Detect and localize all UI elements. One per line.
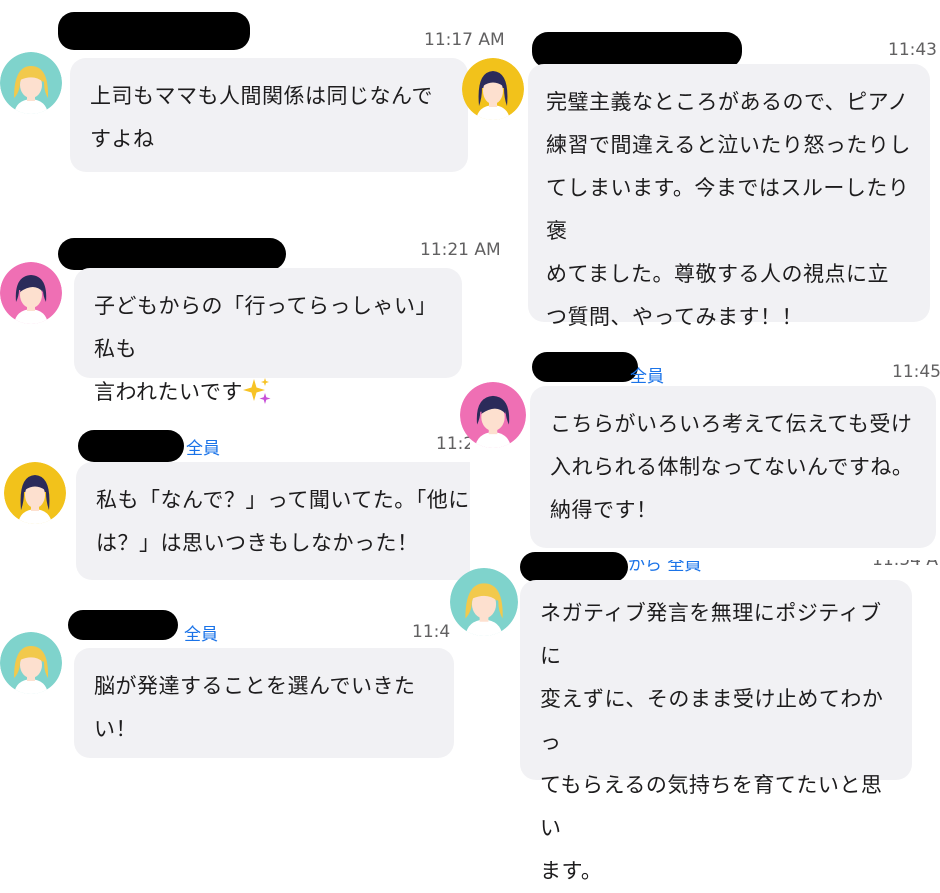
recipient-everyone-link[interactable]: 全員 (184, 620, 218, 645)
message-text: 完璧主義なところがあるので、ピアノ 練習で間違えると泣いたり怒ったりし てしまい… (546, 90, 911, 329)
message-text: 子どもからの「行ってらっしゃい」私も 言われたいです (94, 285, 444, 414)
bubble-clip: 私も「なんで？」って聞いてた。「他に は？」は思いつきもしなかった！ (76, 462, 470, 580)
message-bubble: こちらがいろいろ考えて伝えても受け 入れられる体制なってないんですね。 納得です… (530, 386, 936, 548)
sparkles-emoji-icon (242, 377, 271, 405)
recipient-everyone-link[interactable]: 全員 (186, 434, 220, 459)
message-bubble: 脳が発達することを選んでいきた い！ (74, 648, 454, 758)
message-bubble: 子どもからの「行ってらっしゃい」私も 言われたいです (74, 268, 462, 404)
recipient-clip: から 全員 (628, 560, 728, 574)
redacted-sender-name (532, 32, 742, 68)
message-timestamp: 11:54 A (872, 560, 939, 570)
timestamp-clip: 11:4 (406, 622, 454, 646)
message-text: 私も「なんで？」って聞いてた。「他に は？」は思いつきもしなかった！ (96, 488, 470, 555)
avatar-dark-hair-woman-icon (4, 462, 66, 524)
avatar-yellow-woman[interactable] (4, 462, 66, 524)
timestamp-clip: 11:2 (430, 434, 470, 458)
avatar-pink-woman[interactable] (0, 262, 62, 324)
message-timestamp: 11:4 (412, 622, 451, 642)
message-text: ネガティブ発言を無理にポジティブに 変えずに、そのまま受け止めてわかっ てもらえ… (540, 601, 884, 883)
redacted-sender-name (68, 610, 178, 640)
message-bubble: 上司もママも人間関係は同じなんで すよね (70, 58, 468, 172)
avatar-blonde-woman[interactable] (0, 52, 62, 114)
message-timestamp: 11:17 AM (424, 30, 505, 50)
avatar-blonde-woman-icon (0, 632, 62, 694)
recipient-everyone-link[interactable]: から 全員 (628, 560, 701, 574)
timestamp-clip: 11:54 A (868, 560, 940, 574)
message-text: 上司もママも人間関係は同じなんで すよね (90, 84, 433, 151)
redacted-sender-name (58, 238, 286, 270)
message-timestamp: 11:43 (888, 40, 937, 60)
message-text: こちらがいろいろ考えて伝えても受け 入れられる体制なってないんですね。 納得です… (550, 412, 914, 522)
redacted-sender-name (78, 430, 184, 462)
message-timestamp: 11:45 (892, 362, 940, 382)
redacted-sender-name (520, 552, 628, 582)
avatar-blonde-woman[interactable] (450, 568, 518, 636)
avatar-blonde-woman-icon (0, 52, 62, 114)
recipient-everyone-link[interactable]: 全員 (630, 362, 664, 387)
message-timestamp: 11:2 (436, 434, 470, 454)
avatar-pink-woman[interactable] (460, 382, 526, 448)
avatar-blonde-woman-icon (450, 568, 518, 636)
redacted-sender-name (58, 12, 250, 50)
avatar-dark-hair-woman-icon (462, 58, 524, 120)
avatar-yellow-woman[interactable] (462, 58, 524, 120)
avatar-dark-hair-woman-icon (460, 382, 526, 448)
message-timestamp: 11:21 AM (420, 240, 501, 260)
message-text: 脳が発達することを選んでいきた い！ (94, 674, 416, 741)
redacted-sender-name (532, 352, 638, 382)
message-bubble: 完璧主義なところがあるので、ピアノ 練習で間違えると泣いたり怒ったりし てしまい… (528, 64, 930, 329)
avatar-blonde-woman[interactable] (0, 632, 62, 694)
message-bubble: 私も「なんで？」って聞いてた。「他に は？」は思いつきもしなかった！ (76, 462, 470, 580)
message-bubble: ネガティブ発言を無理にポジティブに 変えずに、そのまま受け止めてわかっ てもらえ… (520, 580, 912, 883)
avatar-dark-hair-woman-icon (0, 262, 62, 324)
